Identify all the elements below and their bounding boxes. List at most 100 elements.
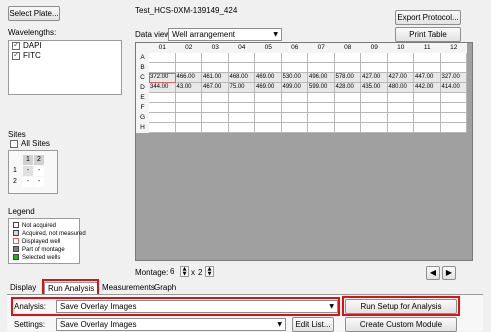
well-cell[interactable] bbox=[361, 53, 388, 63]
column-header[interactable]: 06 bbox=[281, 43, 308, 53]
well-cell[interactable]: 530.00 bbox=[281, 73, 308, 83]
well-cell[interactable] bbox=[228, 93, 255, 103]
well-cell[interactable] bbox=[308, 63, 335, 73]
well-cell[interactable] bbox=[387, 103, 414, 113]
well-cell[interactable] bbox=[202, 63, 229, 73]
well-cell[interactable] bbox=[334, 113, 361, 123]
well-cell[interactable] bbox=[414, 103, 441, 113]
edit-list-button[interactable]: Edit List... bbox=[292, 317, 334, 332]
well-cell[interactable]: 435.00 bbox=[361, 83, 388, 93]
well-cell[interactable]: 344.00 bbox=[149, 83, 176, 93]
well-cell[interactable] bbox=[440, 103, 467, 113]
well-cell[interactable] bbox=[414, 93, 441, 103]
well-cell[interactable] bbox=[175, 123, 202, 133]
well-cell[interactable] bbox=[228, 103, 255, 113]
row-header[interactable]: B bbox=[136, 63, 149, 73]
well-cell[interactable] bbox=[175, 53, 202, 63]
well-cell[interactable]: 447.00 bbox=[414, 73, 441, 83]
checkbox-icon[interactable] bbox=[10, 139, 18, 148]
tab-measurements[interactable]: Measurements bbox=[99, 282, 158, 294]
row-header[interactable]: A bbox=[136, 53, 149, 63]
column-header[interactable]: 11 bbox=[414, 43, 441, 53]
well-cell[interactable]: 467.00 bbox=[202, 83, 229, 93]
prev-button[interactable]: ◀ bbox=[426, 266, 440, 280]
checkbox-icon[interactable] bbox=[12, 40, 20, 50]
well-cell[interactable] bbox=[255, 53, 282, 63]
row-header[interactable]: H bbox=[136, 123, 149, 133]
well-cell[interactable] bbox=[281, 103, 308, 113]
well-cell[interactable] bbox=[440, 93, 467, 103]
well-cell[interactable] bbox=[387, 93, 414, 103]
well-cell[interactable] bbox=[308, 113, 335, 123]
well-cell[interactable] bbox=[387, 63, 414, 73]
well-cell[interactable] bbox=[334, 53, 361, 63]
row-header[interactable]: E bbox=[136, 93, 149, 103]
column-header[interactable]: 03 bbox=[202, 43, 229, 53]
well-cell[interactable] bbox=[255, 93, 282, 103]
tab-graph[interactable]: Graph bbox=[151, 282, 179, 294]
well-cell[interactable] bbox=[334, 123, 361, 133]
well-cell[interactable] bbox=[334, 103, 361, 113]
well-cell[interactable]: 578.00 bbox=[334, 73, 361, 83]
well-cell[interactable] bbox=[149, 93, 176, 103]
well-cell[interactable]: 468.00 bbox=[228, 73, 255, 83]
well-cell[interactable] bbox=[440, 53, 467, 63]
well-cell[interactable] bbox=[281, 123, 308, 133]
well-cell[interactable]: 442.00 bbox=[414, 83, 441, 93]
well-cell[interactable] bbox=[202, 123, 229, 133]
column-header[interactable]: 01 bbox=[149, 43, 176, 53]
well-cell[interactable]: 43.00 bbox=[175, 83, 202, 93]
column-header[interactable]: 09 bbox=[361, 43, 388, 53]
well-cell[interactable]: 428.00 bbox=[334, 83, 361, 93]
well-cell[interactable]: 599.00 bbox=[308, 83, 335, 93]
well-cell[interactable] bbox=[149, 53, 176, 63]
well-cell[interactable] bbox=[440, 63, 467, 73]
well-cell[interactable] bbox=[175, 103, 202, 113]
export-protocol-button[interactable]: Export Protocol... bbox=[395, 10, 461, 25]
column-header[interactable]: 10 bbox=[387, 43, 414, 53]
site-cell[interactable]: - bbox=[23, 177, 33, 187]
well-cell[interactable] bbox=[281, 93, 308, 103]
well-cell[interactable] bbox=[387, 53, 414, 63]
montage-cols-input[interactable]: 6 bbox=[168, 266, 180, 279]
well-cell[interactable] bbox=[308, 93, 335, 103]
well-cell[interactable]: 372.00 bbox=[149, 73, 176, 83]
well-cell[interactable] bbox=[202, 53, 229, 63]
well-cell[interactable] bbox=[255, 113, 282, 123]
well-cell[interactable] bbox=[228, 63, 255, 73]
well-cell[interactable]: 427.00 bbox=[387, 73, 414, 83]
well-cell[interactable] bbox=[361, 123, 388, 133]
well-cell[interactable] bbox=[175, 93, 202, 103]
row-header[interactable]: G bbox=[136, 113, 149, 123]
well-cell[interactable] bbox=[175, 113, 202, 123]
well-cell[interactable] bbox=[175, 63, 202, 73]
wavelength-item-fitc[interactable]: FITC bbox=[9, 50, 121, 61]
row-header[interactable]: F bbox=[136, 103, 149, 113]
site-cell[interactable]: - bbox=[34, 177, 44, 187]
well-cell[interactable] bbox=[361, 63, 388, 73]
column-header[interactable]: 07 bbox=[308, 43, 335, 53]
row-header[interactable]: D bbox=[136, 83, 149, 93]
well-cell[interactable] bbox=[361, 93, 388, 103]
well-cell[interactable] bbox=[361, 103, 388, 113]
well-cell[interactable] bbox=[414, 63, 441, 73]
well-cell[interactable] bbox=[281, 53, 308, 63]
data-view-select[interactable]: Well arrangement ▼ bbox=[168, 28, 282, 41]
print-table-button[interactable]: Print Table bbox=[395, 27, 461, 42]
row-header[interactable]: C bbox=[136, 73, 149, 83]
well-cell[interactable]: 427.00 bbox=[361, 73, 388, 83]
well-cell[interactable]: 327.00 bbox=[440, 73, 467, 83]
well-cell[interactable] bbox=[387, 123, 414, 133]
well-cell[interactable]: 469.00 bbox=[255, 83, 282, 93]
well-cell[interactable] bbox=[387, 113, 414, 123]
well-cell[interactable]: 461.00 bbox=[202, 73, 229, 83]
column-header[interactable]: 08 bbox=[334, 43, 361, 53]
column-header[interactable]: 04 bbox=[228, 43, 255, 53]
wavelength-item-dapi[interactable]: DAPI bbox=[9, 40, 121, 51]
montage-cols-stepper[interactable]: ▲ ▼ bbox=[180, 266, 189, 277]
plate-grid[interactable]: 01 02 03 04 05 06 07 08 09 10 11 12 A B C 372.00 466.00 4… bbox=[135, 42, 473, 261]
well-cell[interactable] bbox=[308, 53, 335, 63]
well-cell[interactable] bbox=[281, 63, 308, 73]
well-cell[interactable]: 75.00 bbox=[228, 83, 255, 93]
well-cell[interactable] bbox=[440, 123, 467, 133]
